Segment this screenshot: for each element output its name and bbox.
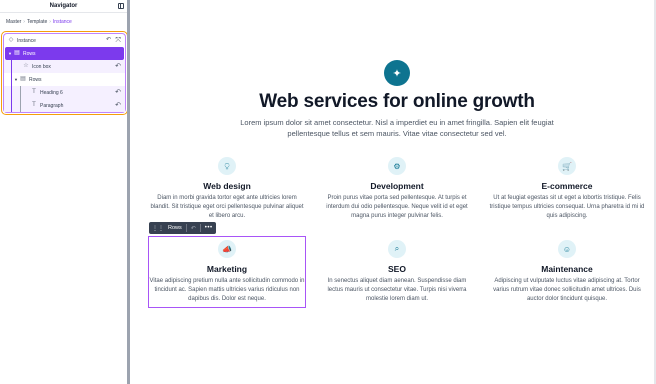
reset-icon[interactable]: ↶ bbox=[115, 63, 121, 70]
breadcrumb-template[interactable]: Template bbox=[27, 19, 47, 25]
reset-icon[interactable]: ↶ bbox=[106, 37, 111, 44]
expand-icon[interactable]: ⤧ bbox=[115, 37, 121, 44]
card-description: Ut at feugiat egestas sit ut eget a lobo… bbox=[489, 195, 645, 219]
card-title: SEO bbox=[388, 264, 406, 274]
tree-item-instance[interactable]: ◇ Instance ↶ ⤧ bbox=[4, 34, 125, 47]
tree-item-label: Rows bbox=[28, 76, 42, 83]
breadcrumb-master[interactable]: Master bbox=[6, 19, 21, 25]
tree-item-label: Rows bbox=[22, 50, 36, 57]
card-title: Development bbox=[370, 181, 424, 191]
reset-icon[interactable]: ↶ bbox=[115, 89, 121, 96]
text-icon: T bbox=[32, 89, 36, 95]
tree-guide-line bbox=[11, 59, 12, 112]
card-title: Marketing bbox=[206, 264, 248, 274]
element-toolbar: ⋮⋮ Rows ↶ ••• bbox=[149, 222, 216, 234]
undo-icon[interactable]: ↶ bbox=[191, 225, 196, 232]
app-window: Navigator Master › Template › Instance ◇… bbox=[0, 0, 656, 384]
tree-item-paragraph[interactable]: T Paragraph ↶ bbox=[4, 99, 125, 112]
page-title: Web services for online growth bbox=[259, 91, 535, 112]
card-title: Maintenance bbox=[541, 264, 593, 274]
rows-icon: ▤ bbox=[20, 76, 26, 82]
card-title: E-commerce bbox=[541, 181, 593, 191]
more-icon[interactable]: ••• bbox=[205, 225, 213, 231]
tree-item-heading[interactable]: T Heading 6 ↶ bbox=[4, 86, 125, 99]
diamond-icon: ◇ bbox=[8, 37, 14, 43]
service-card[interactable]: ⌕ SEO In senectus aliquet diam aenean. S… bbox=[319, 240, 475, 304]
navigator-title: Navigator bbox=[49, 3, 78, 9]
search-icon: ⌕ bbox=[388, 240, 406, 258]
drag-handle-icon[interactable]: ⋮⋮ bbox=[152, 225, 164, 232]
toolbar-divider bbox=[185, 224, 187, 232]
toolbar-divider bbox=[199, 224, 201, 232]
tree-item-label: Heading 6 bbox=[40, 89, 63, 96]
cart-icon: 🛒 bbox=[558, 157, 576, 175]
pen-tool-icon: ⍜ bbox=[218, 157, 236, 175]
service-card[interactable]: 🛒 E-commerce Ut at feugiat egestas sit u… bbox=[489, 157, 645, 221]
sparkle-icon: ✦ bbox=[384, 60, 410, 86]
service-card[interactable]: ⚙ Development Proin purus vitae porta se… bbox=[319, 157, 475, 221]
chevron-right-icon: › bbox=[23, 19, 25, 25]
card-description: Adipiscing ut vulputate luctus vitae adi… bbox=[493, 278, 641, 302]
card-description: Vitae adipiscing pretium nulla ante soll… bbox=[149, 278, 305, 302]
rows-icon: ▤ bbox=[14, 50, 20, 56]
support-icon: ☺ bbox=[558, 240, 576, 258]
tree-guide-line bbox=[20, 86, 21, 112]
tree-item-label: Paragraph bbox=[40, 102, 64, 109]
card-title: Web design bbox=[203, 181, 251, 191]
service-card[interactable]: ☺ Maintenance Adipiscing ut vulputate lu… bbox=[489, 240, 645, 304]
service-card-selected[interactable]: 📣 Marketing Vitae adipiscing pretium nul… bbox=[148, 236, 306, 308]
settings-icon: ⚙ bbox=[388, 157, 406, 175]
tree-item-icon-box[interactable]: ☆ Icon box ↶ bbox=[4, 60, 125, 73]
tree-item-label: Icon box bbox=[32, 63, 51, 70]
card-description: Proin purus vitae porta sed pellentesque… bbox=[326, 195, 468, 219]
panel-toggle-icon[interactable] bbox=[118, 3, 124, 9]
page-subtitle: Lorem ipsum dolor sit amet consectetur. … bbox=[240, 118, 554, 138]
breadcrumb-instance[interactable]: Instance bbox=[53, 19, 72, 25]
service-card[interactable]: ⍜ Web design Diam in morbi gravida torto… bbox=[149, 157, 305, 221]
card-description: In senectus aliquet diam aenean. Suspend… bbox=[327, 278, 467, 302]
caret-down-icon[interactable]: ▼ bbox=[8, 51, 12, 56]
chevron-right-icon: › bbox=[49, 19, 51, 25]
toolbar-label[interactable]: Rows bbox=[168, 225, 182, 231]
text-icon: T bbox=[32, 102, 36, 108]
navigator-panel: Navigator Master › Template › Instance ◇… bbox=[0, 0, 128, 384]
card-description: Diam in morbi gravida tortor eget ante u… bbox=[150, 195, 304, 219]
navigator-header: Navigator bbox=[0, 0, 127, 13]
tree-item-label: Instance bbox=[17, 37, 36, 44]
navigator-tree-outline: ◇ Instance ↶ ⤧ ▼ ▤ Rows ☆ Icon box ↶ ▼ ▤… bbox=[1, 31, 128, 115]
navigator-tree: ◇ Instance ↶ ⤧ ▼ ▤ Rows ☆ Icon box ↶ ▼ ▤… bbox=[3, 33, 126, 113]
canvas: ✦ Web services for online growth Lorem i… bbox=[130, 0, 656, 384]
star-icon: ☆ bbox=[23, 63, 29, 69]
megaphone-icon: 📣 bbox=[218, 240, 236, 258]
tree-item-rows[interactable]: ▼ ▤ Rows bbox=[4, 73, 125, 86]
breadcrumb: Master › Template › Instance bbox=[0, 13, 127, 31]
caret-down-icon[interactable]: ▼ bbox=[14, 77, 18, 82]
reset-icon[interactable]: ↶ bbox=[115, 102, 121, 109]
tree-item-rows-selected[interactable]: ▼ ▤ Rows bbox=[5, 47, 124, 60]
